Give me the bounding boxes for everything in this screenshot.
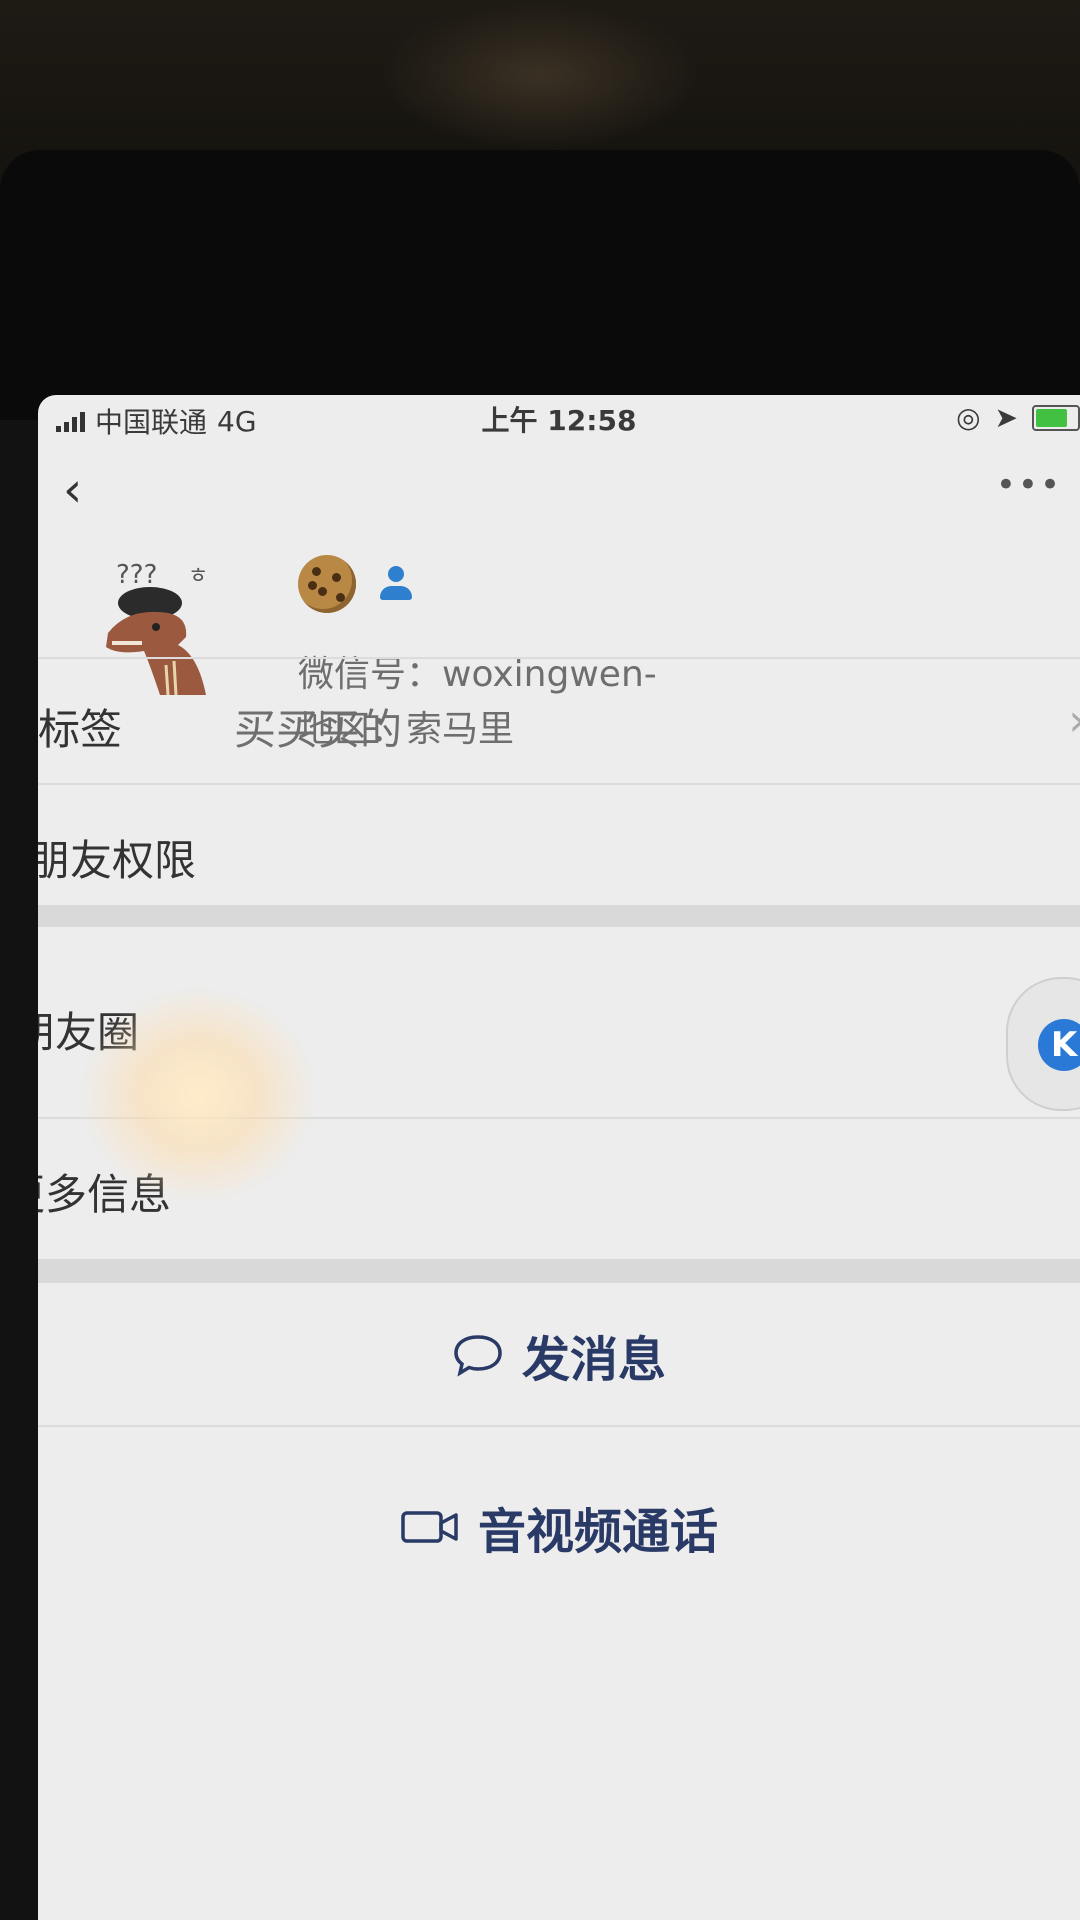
more-dots-icon: ••• bbox=[995, 465, 1062, 505]
status-time: 上午 12:58 bbox=[481, 404, 637, 437]
tags-row[interactable]: 标签 买买买的 › bbox=[38, 660, 1080, 780]
video-call-button[interactable]: 音视频通话 bbox=[38, 1457, 1080, 1597]
battery-icon bbox=[1032, 404, 1080, 431]
back-button[interactable]: ‹ bbox=[63, 465, 113, 515]
permissions-row[interactable]: 朋友权限 bbox=[38, 785, 1080, 905]
phone-bezel bbox=[0, 150, 1080, 420]
svg-text:ㅎ: ㅎ bbox=[188, 564, 208, 589]
contact-person-icon bbox=[378, 564, 414, 604]
permissions-label: 朋友权限 bbox=[38, 836, 197, 885]
phone-screen: 中国联通 4G 上午 12:58 ◎ ➤ ‹ ••• ??? ㅎ 微信号：wox… bbox=[38, 395, 1080, 1920]
status-bar: 中国联通 4G 上午 12:58 ◎ ➤ bbox=[38, 395, 1080, 445]
send-message-button[interactable]: 发消息 bbox=[38, 1285, 1080, 1425]
section-gap bbox=[38, 905, 1080, 927]
tags-value: 买买买的 bbox=[234, 705, 403, 754]
tags-label: 标签 bbox=[38, 705, 123, 754]
location-icon: ➤ bbox=[994, 401, 1018, 434]
app-logo-icon: K bbox=[1038, 1019, 1080, 1071]
nav-bar: ‹ ••• bbox=[38, 445, 1080, 535]
divider bbox=[38, 657, 1080, 659]
status-right: ◎ ➤ bbox=[956, 401, 1080, 434]
background-light bbox=[380, 0, 700, 150]
divider bbox=[38, 1425, 1080, 1427]
moments-thumbnail: K bbox=[1006, 977, 1080, 1111]
video-call-label: 音视频通话 bbox=[477, 1504, 718, 1560]
svg-text:???: ??? bbox=[116, 560, 157, 590]
section-gap bbox=[38, 1259, 1080, 1283]
cookie-icon bbox=[298, 555, 356, 613]
nickname-row bbox=[298, 555, 414, 613]
send-message-label: 发消息 bbox=[521, 1332, 666, 1388]
rotation-lock-icon: ◎ bbox=[956, 401, 981, 434]
more-button[interactable]: ••• bbox=[996, 465, 1062, 505]
chevron-left-icon: ‹ bbox=[63, 462, 83, 518]
light-glare bbox=[78, 985, 318, 1205]
chevron-right-icon: › bbox=[1068, 695, 1080, 746]
video-camera-icon bbox=[401, 1511, 458, 1543]
chat-bubble-icon bbox=[454, 1335, 502, 1377]
